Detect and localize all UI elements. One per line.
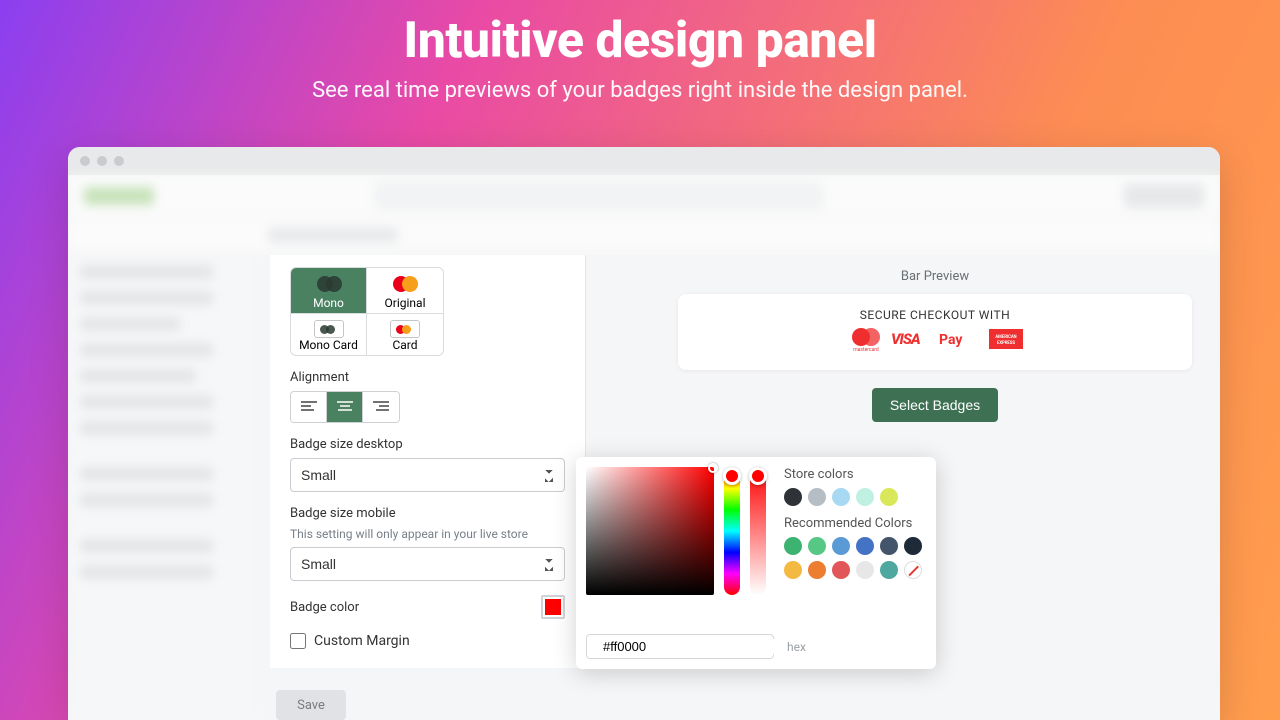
recommended-color-swatch[interactable]	[856, 537, 874, 555]
svg-text:VISA: VISA	[891, 330, 921, 348]
size-mobile-select[interactable]: Small	[290, 547, 565, 581]
svg-text:Pay: Pay	[939, 332, 963, 348]
alignment-group	[290, 391, 400, 423]
recommended-color-swatch[interactable]	[808, 561, 826, 579]
style-option-original[interactable]: Original	[367, 268, 443, 314]
saturation-field[interactable]	[586, 467, 714, 595]
store-color-swatch[interactable]	[880, 488, 898, 506]
recommended-color-swatch[interactable]	[904, 537, 922, 555]
size-mobile-label: Badge size mobile	[290, 506, 565, 521]
style-option-mono[interactable]: Mono	[291, 268, 367, 314]
store-color-swatch[interactable]	[832, 488, 850, 506]
app-window: Save Mono Original Mono Card Card Alignm…	[68, 147, 1220, 720]
traffic-light-zoom[interactable]	[114, 156, 124, 166]
svg-text:EXPRESS: EXPRESS	[997, 341, 1015, 346]
hex-suffix: hex	[787, 640, 806, 654]
amex-icon: AMERICANEXPRESS	[989, 328, 1023, 350]
hero-section: Intuitive design panel See real time pre…	[0, 0, 1280, 103]
no-color-swatch[interactable]	[904, 561, 922, 579]
hex-input[interactable]	[603, 639, 779, 654]
hue-slider[interactable]	[724, 467, 740, 595]
window-titlebar	[68, 147, 1220, 175]
store-colors-row	[784, 488, 926, 506]
size-desktop-label: Badge size desktop	[290, 437, 565, 452]
custom-margin-checkbox[interactable]	[290, 633, 306, 649]
align-left-button[interactable]	[291, 392, 327, 422]
recommended-color-swatch[interactable]	[856, 561, 874, 579]
recommended-color-swatch[interactable]	[808, 537, 826, 555]
badge-row: mastercard VISA Pay AMERICANEXPRESS	[847, 328, 1023, 350]
recommended-color-swatch[interactable]	[880, 561, 898, 579]
recommended-colors-label: Recommended Colors	[784, 516, 926, 531]
style-selector: Mono Original Mono Card Card	[290, 267, 444, 356]
select-badges-button[interactable]: Select Badges	[872, 388, 998, 422]
style-option-card[interactable]: Card	[367, 314, 443, 355]
traffic-light-minimize[interactable]	[97, 156, 107, 166]
hero-title: Intuitive design panel	[0, 12, 1280, 70]
alignment-label: Alignment	[290, 370, 565, 385]
alpha-slider[interactable]	[750, 467, 766, 595]
apple-pay-icon: Pay	[939, 328, 983, 350]
recommended-color-swatch[interactable]	[880, 537, 898, 555]
recommended-color-swatch[interactable]	[784, 561, 802, 579]
traffic-light-close[interactable]	[80, 156, 90, 166]
svg-text:AMERICAN: AMERICAN	[995, 335, 1016, 340]
secure-checkout-text: SECURE CHECKOUT WITH	[678, 308, 1192, 322]
bar-preview-label: Bar Preview	[678, 269, 1192, 284]
recommended-color-swatch[interactable]	[784, 537, 802, 555]
recommended-color-swatch[interactable]	[832, 537, 850, 555]
size-desktop-select[interactable]: Small	[290, 458, 565, 492]
hero-subtitle: See real time previews of your badges ri…	[0, 78, 1280, 103]
color-picker-popover: Store colors Recommended Colors hex	[576, 457, 936, 669]
custom-margin-row[interactable]: Custom Margin	[290, 633, 565, 649]
recommended-color-swatch[interactable]	[832, 561, 850, 579]
badge-color-swatch[interactable]	[541, 595, 565, 619]
store-colors-label: Store colors	[784, 467, 926, 482]
store-color-swatch[interactable]	[808, 488, 826, 506]
size-mobile-hint: This setting will only appear in your li…	[290, 527, 565, 541]
align-right-button[interactable]	[363, 392, 399, 422]
badge-color-label: Badge color	[290, 600, 359, 615]
style-option-mono-card[interactable]: Mono Card	[291, 314, 367, 355]
mastercard-icon: mastercard	[847, 328, 885, 350]
store-color-swatch[interactable]	[784, 488, 802, 506]
save-button[interactable]: Save	[276, 690, 346, 720]
align-center-button[interactable]	[327, 392, 363, 422]
design-panel: Mono Original Mono Card Card Alignment	[270, 255, 586, 668]
recommended-colors-row	[784, 537, 926, 579]
hex-input-row: hex	[586, 634, 774, 659]
svg-text:mastercard: mastercard	[853, 347, 879, 352]
visa-icon: VISA	[891, 328, 933, 350]
preview-card: SECURE CHECKOUT WITH mastercard VISA Pay…	[678, 294, 1192, 370]
store-color-swatch[interactable]	[856, 488, 874, 506]
